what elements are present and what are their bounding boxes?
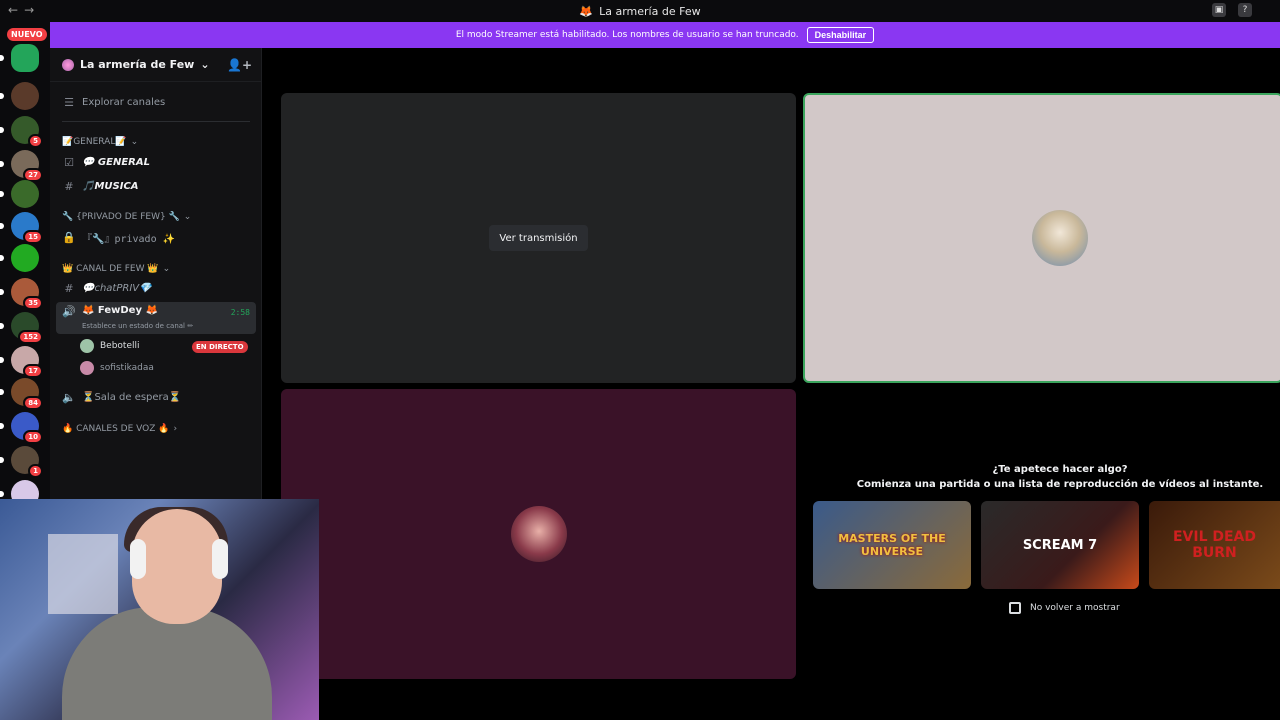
voice-timer: 2:58 (230, 308, 250, 317)
server-icon[interactable] (11, 44, 39, 72)
mention-badge: 1 (28, 464, 43, 478)
help-icon[interactable]: ? (1238, 3, 1252, 17)
server-icon[interactable] (11, 244, 39, 272)
mention-badge: 10 (23, 430, 43, 444)
mention-badge: 84 (23, 396, 43, 410)
avatar (1032, 210, 1088, 266)
window-title: 🦊 La armería de Few (579, 5, 700, 18)
unread-pill (0, 289, 4, 295)
server-icon[interactable] (11, 180, 39, 208)
server-icon[interactable]: 84 (11, 378, 43, 410)
server-icon[interactable]: 5 (11, 116, 43, 148)
avatar (511, 506, 567, 562)
server-icon[interactable]: 17 (11, 346, 43, 378)
activity-card[interactable]: EVIL DEAD BURN (1149, 501, 1280, 589)
server-icon[interactable] (11, 82, 39, 110)
server-icon[interactable]: 10 (11, 412, 43, 444)
category-general[interactable]: 📝GENERAL📝 ⌄ (62, 137, 138, 147)
mention-badge: 17 (23, 364, 43, 378)
unread-pill (0, 93, 4, 99)
mention-badge: 152 (18, 330, 43, 344)
hashtag-icon: # (64, 281, 74, 295)
dont-show-again[interactable]: No volver a mostrar (1009, 602, 1120, 614)
live-badge: EN DIRECTO (192, 341, 248, 353)
unread-pill (0, 55, 4, 61)
server-header[interactable]: La armería de Few ⌄ 👤+ (50, 48, 262, 82)
unread-pill (0, 423, 4, 429)
background-shelf (48, 534, 118, 614)
voice-member[interactable]: Bebotelli (80, 339, 140, 353)
server-icon[interactable]: 15 (11, 212, 43, 244)
server-icon (62, 58, 74, 71)
unread-pill (0, 161, 4, 167)
category-privado[interactable]: 🔧 {PRIVADO DE FEW} 🔧 ⌄ (62, 212, 191, 222)
channel-privado[interactable]: 🔒 『🔧』privado ✨ (56, 227, 256, 247)
invite-user-icon[interactable]: 👤+ (227, 58, 252, 72)
divider (62, 121, 250, 122)
mention-badge: 5 (28, 134, 43, 148)
channel-status[interactable]: Establece un estado de canal ✏ (82, 322, 193, 330)
mention-badge: 15 (23, 230, 43, 244)
unread-pill (0, 127, 4, 133)
titlebar-actions: ▣ ? (1212, 3, 1252, 17)
hashtag-icon: # (64, 179, 74, 193)
webcam-overlay (0, 499, 319, 720)
watch-stream-button[interactable]: Ver transmisión (489, 225, 588, 251)
window-title-text: La armería de Few (599, 4, 701, 18)
speaker-icon: 🔈 (62, 390, 76, 404)
unread-pill (0, 491, 4, 497)
chevron-down-icon: ⌄ (130, 137, 139, 147)
speaker-icon: 🔊 (62, 305, 76, 318)
channel-chatpriv[interactable]: # 💬chatPRIV💎 (56, 278, 256, 298)
activity-prompt: ¿Te apetece hacer algo? Comienza una par… (856, 464, 1264, 490)
category-voz[interactable]: 🔥 CANALES DE VOZ 🔥 › (62, 424, 177, 434)
voice-channel-fewdey[interactable]: 🔊 🦊 FewDey 🦊 Establece un estado de cana… (56, 302, 256, 334)
voice-channel-sala[interactable]: 🔈 ⏳Sala de espera⏳ (56, 387, 256, 407)
list-icon: ☰ (64, 95, 74, 109)
inbox-icon[interactable]: ▣ (1212, 3, 1226, 17)
channel-general[interactable]: ☑ 💬 GENERAL (56, 152, 256, 172)
activity-card[interactable]: MASTERS OF THE UNIVERSE (813, 501, 971, 589)
chevron-down-icon: ⌄ (200, 58, 210, 71)
chevron-down-icon: ⌄ (183, 212, 192, 222)
server-icon[interactable]: 35 (11, 278, 43, 310)
headphone-left (130, 539, 146, 579)
new-badge: NUEVO (7, 28, 47, 41)
activity-card[interactable]: SCREAM 7 (981, 501, 1139, 589)
server-emoji-icon: 🦊 (579, 4, 594, 18)
server-icon[interactable]: 152 (11, 312, 43, 344)
avatar (80, 361, 94, 375)
unread-pill (0, 223, 4, 229)
banner-text: El modo Streamer está habilitado. Los no… (455, 30, 799, 40)
streamer-body (62, 607, 272, 720)
mention-badge: 35 (23, 296, 43, 310)
unread-pill (0, 357, 4, 363)
voice-member[interactable]: sofistikadaa (80, 361, 154, 375)
checkbox[interactable] (1009, 602, 1021, 614)
unread-pill (0, 255, 4, 261)
channel-musica[interactable]: # 🎵MUSICA (56, 176, 256, 196)
rules-icon: ☑ (64, 155, 74, 169)
server-icon[interactable]: 1 (11, 446, 43, 478)
category-canal-few[interactable]: 👑 CANAL DE FEW 👑 ⌄ (62, 264, 170, 274)
back-arrow-icon[interactable]: ← (8, 3, 24, 17)
forward-arrow-icon[interactable]: → (24, 3, 40, 17)
headphone-right (212, 539, 228, 579)
lock-icon: 🔒 (62, 230, 76, 244)
unread-pill (0, 389, 4, 395)
unread-pill (0, 457, 4, 463)
unread-pill (0, 323, 4, 329)
streamer-mode-banner: El modo Streamer está habilitado. Los no… (50, 22, 1280, 48)
chevron-down-icon: ⌄ (162, 264, 171, 274)
window-titlebar: ←→ 🦊 La armería de Few ▣ ? (0, 0, 1280, 22)
disable-streamer-button[interactable]: Deshabilitar (806, 27, 875, 43)
avatar (80, 339, 94, 353)
unread-pill (0, 191, 4, 197)
explore-channels[interactable]: ☰ Explorar canales (56, 92, 256, 112)
chevron-right-icon: › (173, 424, 178, 434)
nav-buttons: ←→ (8, 3, 40, 17)
server-name: La armería de Few (80, 58, 195, 71)
server-icon[interactable]: 27 (11, 150, 43, 182)
